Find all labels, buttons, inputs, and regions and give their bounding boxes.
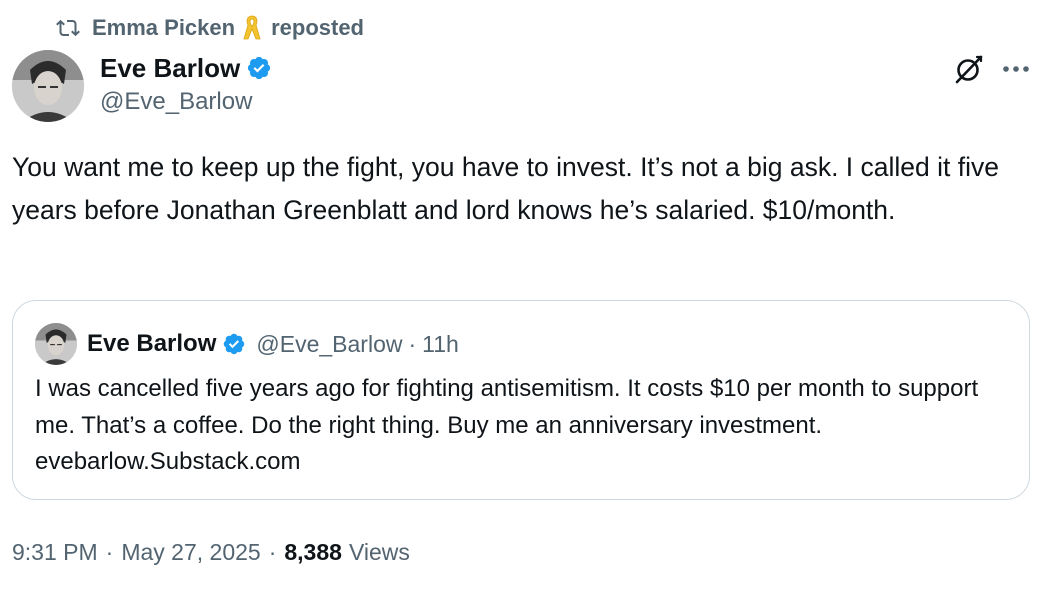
author-block: Eve Barlow @Eve_Barlow: [100, 50, 272, 116]
quoted-author-name: Eve Barlow: [87, 330, 217, 357]
quoted-tweet-header: Eve Barlow @Eve_Barlow · 11h: [35, 323, 459, 365]
repost-label: reposted: [271, 15, 364, 40]
quoted-tweet-card[interactable]: Eve Barlow @Eve_Barlow · 11h I was cance…: [12, 300, 1030, 500]
retweet-icon: [56, 16, 80, 40]
views-count[interactable]: 8,388: [284, 539, 342, 566]
author-avatar[interactable]: [12, 50, 84, 122]
quoted-verified-badge-icon: [222, 332, 246, 356]
footer-separator-2: ·: [268, 538, 277, 565]
reposter-name[interactable]: Emma Picken: [92, 15, 235, 41]
verified-badge-icon[interactable]: [246, 55, 272, 81]
more-options-icon[interactable]: [1000, 56, 1032, 82]
yellow-ribbon-icon: [241, 14, 263, 42]
views-label: Views: [348, 538, 410, 565]
grok-icon[interactable]: [952, 52, 986, 86]
quoted-tweet-age: 11h: [422, 330, 459, 357]
quoted-author-avatar[interactable]: [35, 323, 77, 365]
tweet-text: You want me to keep up the fight, you ha…: [12, 152, 999, 225]
quoted-author-handle: @Eve_Barlow: [256, 330, 403, 357]
tweet-date[interactable]: May 27, 2025: [121, 539, 260, 566]
quoted-tweet-text: I was cancelled five years ago for fight…: [35, 375, 979, 475]
tweet-footer: 9:31 PM · May 27, 2025 · 8,388 Views: [12, 533, 410, 571]
repost-header: Emma Picken reposted: [56, 12, 364, 44]
author-handle[interactable]: @Eve_Barlow: [100, 88, 272, 116]
footer-separator: ·: [105, 538, 114, 565]
tweet-time[interactable]: 9:31 PM: [12, 539, 98, 566]
quoted-meta-separator: ·: [408, 330, 417, 357]
author-name[interactable]: Eve Barlow: [100, 53, 240, 84]
